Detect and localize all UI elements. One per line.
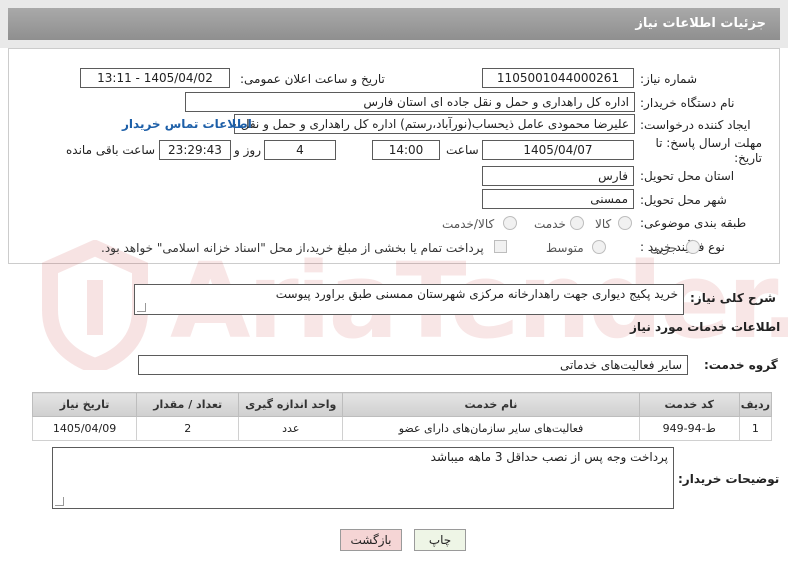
buyer-notes-text: پرداخت وجه پس از نصب حداقل 3 ماهه میباشد xyxy=(430,450,668,464)
process-radio-medium[interactable] xyxy=(592,240,606,254)
announce-datetime-label: تاریخ و ساعت اعلان عمومی: xyxy=(240,72,385,86)
col-header-row-number: ردیف xyxy=(738,392,773,417)
buyer-org-field: اداره کل راهداری و حمل و نقل جاده ای است… xyxy=(185,92,635,112)
buyer-notes-label: توضیحات خریدار: xyxy=(678,472,780,486)
category-radio-goods-service[interactable] xyxy=(503,216,517,230)
creator-label: ایجاد کننده درخواست: xyxy=(640,118,751,132)
summary-text: خرید پکیج دیواری جهت راهدارخانه مرکزی شه… xyxy=(275,287,678,301)
category-option-goods-service: کالا/خدمت xyxy=(442,217,495,231)
table-row: 1 ط-94-949 فعالیت‌های سایر سازمان‌های دا… xyxy=(31,416,773,441)
category-radio-goods[interactable] xyxy=(618,216,632,230)
service-group-label: گروه خدمت: xyxy=(704,358,778,372)
resize-handle[interactable] xyxy=(55,497,64,506)
col-header-need-date: تاریخ نیاز xyxy=(31,392,138,417)
province-label: استان محل تحویل: xyxy=(640,169,735,183)
buyer-org-label: نام دستگاه خریدار: xyxy=(640,96,735,110)
col-header-service-code: کد خدمت xyxy=(638,392,740,417)
process-radio-minor[interactable] xyxy=(686,240,700,254)
services-info-title: اطلاعات خدمات مورد نیاز xyxy=(630,320,781,334)
services-table: ردیف کد خدمت نام خدمت واحد اندازه گیری ت… xyxy=(31,392,773,441)
header: جزئیات اطلاعات نیاز xyxy=(0,0,788,48)
remaining-time-label: ساعت باقی مانده xyxy=(66,143,156,157)
days-field: 4 xyxy=(264,140,336,160)
deadline-date-field: 1405/04/07 xyxy=(482,140,634,160)
category-option-service: خدمت xyxy=(534,217,566,231)
category-label: طبقه بندی موضوعی: xyxy=(640,216,747,230)
cell-unit: عدد xyxy=(238,416,344,441)
category-option-goods: کالا xyxy=(595,217,612,231)
cell-quantity: 2 xyxy=(136,416,240,441)
deadline-time-field: 14:00 xyxy=(372,140,440,160)
treasury-payment-checkbox[interactable] xyxy=(494,240,507,253)
city-field: ممسنی xyxy=(482,189,634,209)
page-title: جزئیات اطلاعات نیاز xyxy=(8,8,780,40)
buyer-contact-link[interactable]: اطلاعات تماس خریدار xyxy=(122,117,252,131)
category-radio-service[interactable] xyxy=(570,216,584,230)
city-label: شهر محل تحویل: xyxy=(640,193,727,207)
print-button[interactable]: چاپ xyxy=(414,529,466,551)
col-header-service-name: نام خدمت xyxy=(342,392,640,417)
process-option-minor: جزیی xyxy=(650,241,678,255)
province-field: فارس xyxy=(482,166,634,186)
cell-service-name: فعالیت‌های سایر سازمان‌های دارای عضو xyxy=(342,416,640,441)
deadline-label: مهلت ارسال پاسخ: تا تاریخ: xyxy=(655,136,762,165)
resize-handle[interactable] xyxy=(137,303,146,312)
treasury-payment-note: پرداخت تمام یا بخشی از مبلغ خرید،از محل … xyxy=(101,241,484,255)
days-label: روز و xyxy=(234,143,261,157)
cell-row-number: 1 xyxy=(738,416,773,441)
col-header-unit: واحد اندازه گیری xyxy=(238,392,344,417)
process-option-medium: متوسط xyxy=(546,241,584,255)
creator-field: علیرضا محمودی عامل ذیحساب(نورآباد،رستم) … xyxy=(234,114,635,134)
cell-need-date: 1405/04/09 xyxy=(31,416,138,441)
need-number-field: 1105001044000261 xyxy=(482,68,634,88)
service-group-field: سایر فعالیت‌های خدماتی xyxy=(138,355,688,375)
back-button[interactable]: بازگشت xyxy=(340,529,402,551)
remaining-time-field: 23:29:43 xyxy=(159,140,231,160)
need-number-label: شماره نیاز: xyxy=(640,72,697,86)
summary-label: شرح کلی نیاز: xyxy=(690,291,776,305)
col-header-quantity: تعداد / مقدار xyxy=(136,392,240,417)
cell-service-code: ط-94-949 xyxy=(638,416,740,441)
buyer-notes-field: پرداخت وجه پس از نصب حداقل 3 ماهه میباشد xyxy=(52,447,674,509)
announce-datetime-field: 1405/04/02 - 13:11 xyxy=(80,68,230,88)
deadline-time-label: ساعت xyxy=(446,143,479,157)
summary-field: خرید پکیج دیواری جهت راهدارخانه مرکزی شه… xyxy=(134,284,684,315)
